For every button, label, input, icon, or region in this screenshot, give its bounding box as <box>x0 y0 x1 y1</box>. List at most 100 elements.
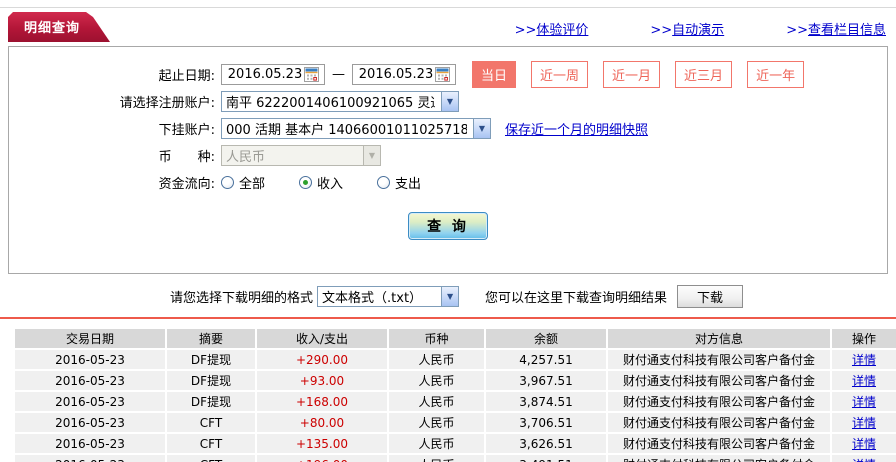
save-snapshot-link[interactable]: 保存近一个月的明细快照 <box>505 119 648 138</box>
cell-date: 2016-05-23 <box>15 371 165 390</box>
detail-link[interactable]: 详情 <box>852 395 876 409</box>
download-format-select[interactable]: 文本格式（.txt） ▼ <box>317 286 460 307</box>
currency-row: 币 种: 人民币 ▼ <box>9 142 887 168</box>
cell-counterparty: 财付通支付科技有限公司客户备付金 <box>608 371 830 390</box>
cell-currency: 人民币 <box>389 413 484 432</box>
table-row: 2016-05-23 CFT +135.00 人民币 3,626.51 财付通支付科技有限… <box>15 434 896 453</box>
date-to-field[interactable] <box>352 63 456 85</box>
cell-counterparty: 财付通支付科技有限公司客户备付金 <box>608 392 830 411</box>
quick-range-button[interactable]: 近三月 <box>675 60 733 88</box>
quick-range-button[interactable]: 近一月 <box>603 60 661 88</box>
table-row: 2016-05-23 DF提现 +93.00 人民币 3,967.51 财付通支付科技有限… <box>15 371 896 390</box>
top-link[interactable]: >>体验评价 <box>515 19 589 38</box>
cell-date: 2016-05-23 <box>15 350 165 369</box>
detail-link[interactable]: 详情 <box>852 416 876 430</box>
cell-amount: +80.00 <box>257 413 387 432</box>
register-account-label: 请选择注册账户: <box>119 95 215 111</box>
calendar-icon[interactable] <box>304 66 319 82</box>
link-label: 查看栏目信息 <box>807 23 886 38</box>
red-divider <box>0 317 896 319</box>
quick-range-button[interactable]: 近一年 <box>747 60 805 88</box>
column-header-action: 操作 <box>832 329 896 348</box>
cell-summary: CFT <box>167 455 255 462</box>
quick-range-buttons: 当日 近一周 近一月 近三月 近一年 <box>472 60 805 88</box>
radio-label: 全部 <box>239 176 266 192</box>
download-format-value: 文本格式（.txt） <box>322 291 423 306</box>
column-header-date: 交易日期 <box>15 329 165 348</box>
cell-date: 2016-05-23 <box>15 434 165 453</box>
radio-icon[interactable] <box>299 175 313 189</box>
register-account-select[interactable]: 南平 6222001406100921065 灵通卡 ▼ <box>221 90 459 112</box>
download-hint: 您可以在这里下载查询明细结果 <box>485 291 668 306</box>
radio-icon[interactable] <box>221 175 234 189</box>
table-row: 2016-05-23CFT+196.00人民币3,491.51财付通支付科技有限… <box>15 455 896 462</box>
cell-date: 2016-05-23 <box>15 413 165 432</box>
cell-balance: 3,706.51 <box>486 413 606 432</box>
column-header-counterparty: 对方信息 <box>608 329 830 348</box>
cell-summary: CFT <box>167 434 255 453</box>
query-button[interactable]: 查 询 <box>408 212 488 240</box>
flow-direction-options: 全部 收入 支出 <box>221 173 421 192</box>
radio-icon[interactable] <box>377 175 391 189</box>
detail-link[interactable]: 详情 <box>852 353 876 367</box>
detail-link[interactable]: 详情 <box>852 437 876 451</box>
link-label: 自动演示 <box>672 23 725 38</box>
cell-action: 详情 <box>832 413 896 432</box>
radio-label: 支出 <box>395 176 422 192</box>
top-links: >>体验评价 >>自动演示 >>查看栏目信息 <box>515 19 896 42</box>
date-from-input[interactable] <box>226 66 304 82</box>
currency-value: 人民币 <box>226 149 266 165</box>
chevron-down-icon: ▼ <box>363 145 380 165</box>
chevron-down-icon[interactable]: ▼ <box>441 91 458 111</box>
date-from-field[interactable] <box>221 63 325 85</box>
cell-balance: 3,874.51 <box>486 392 606 411</box>
link-prefix: >> <box>514 23 537 38</box>
chevron-down-icon[interactable]: ▼ <box>441 287 459 306</box>
cell-currency: 人民币 <box>389 392 484 411</box>
sub-account-row: 下挂账户: 000 活期 基本户 1406600101102571848 ▼ 保… <box>9 115 887 141</box>
query-form-panel: 起止日期: — <box>8 46 888 274</box>
date-range-row: 起止日期: — <box>9 60 887 88</box>
table-row: 2016-05-23 DF提现 +168.00 人民币 3,874.51 财付通支付科技有… <box>15 392 896 411</box>
cell-action: 详情 <box>832 371 896 390</box>
download-button[interactable]: 下载 <box>677 285 744 308</box>
quick-range-button[interactable]: 近一周 <box>531 60 589 88</box>
cell-balance: 3,626.51 <box>486 434 606 453</box>
cell-summary: DF提现 <box>167 371 255 390</box>
cell-counterparty: 财付通支付科技有限公司客户备付金 <box>608 413 830 432</box>
calendar-icon[interactable] <box>435 66 450 82</box>
column-header-amount: 收入/支出 <box>257 329 387 348</box>
cell-date: 2016-05-23 <box>15 455 165 462</box>
link-prefix: >> <box>786 23 808 38</box>
cell-action: 详情 <box>832 434 896 453</box>
sub-account-select[interactable]: 000 活期 基本户 1406600101102571848 ▼ <box>221 117 491 139</box>
date-to-input[interactable] <box>357 66 435 82</box>
page: 明细查询 >>体验评价 >>自动演示 >>查看栏目信息 起止日期: 2016.0… <box>0 0 896 462</box>
top-link[interactable]: >>查看栏目信息 <box>786 19 886 38</box>
quick-range-button[interactable]: 当日 <box>472 60 517 88</box>
table-row: 2016-05-23 DF提现 +290.00 人民币 4,257.51 财付通支付科技有… <box>15 350 896 369</box>
cell-counterparty: 财付通支付科技有限公司客户备付金 <box>608 455 830 462</box>
top-link[interactable]: >>自动演示 <box>650 19 724 38</box>
cell-date: 2016-05-23 <box>15 392 165 411</box>
flow-direction-row: 资金流向: 全部 收入 支出 <box>9 169 887 195</box>
date-range-label: 起止日期: <box>158 68 215 84</box>
cell-counterparty: 财付通支付科技有限公司客户备付金 <box>608 350 830 369</box>
flow-radio-option[interactable]: 收入 <box>299 173 343 192</box>
currency-label: 币 种: <box>158 149 215 165</box>
column-header-balance: 余额 <box>486 329 606 348</box>
chevron-down-icon[interactable]: ▼ <box>473 118 490 138</box>
cell-currency: 人民币 <box>389 434 484 453</box>
table-row: 2016-05-23 CFT +80.00 人民币 3,706.51 财付通支付科技有限公… <box>15 413 896 432</box>
query-button-row: 查 询 <box>9 212 887 240</box>
cell-summary: DF提现 <box>167 392 255 411</box>
flow-radio-option[interactable]: 全部 <box>221 173 265 192</box>
table-header-row: 交易日期 摘要 收入/支出 币种 余额 对方信息 操作 <box>15 329 896 348</box>
currency-select: 人民币 ▼ <box>221 144 381 166</box>
sub-account-label: 下挂账户: <box>158 122 215 138</box>
detail-link[interactable]: 详情 <box>852 458 876 462</box>
flow-radio-option[interactable]: 支出 <box>377 173 421 192</box>
cell-summary: CFT <box>167 413 255 432</box>
detail-link[interactable]: 详情 <box>852 374 876 388</box>
tab-detail-query[interactable]: 明细查询 <box>8 12 110 42</box>
